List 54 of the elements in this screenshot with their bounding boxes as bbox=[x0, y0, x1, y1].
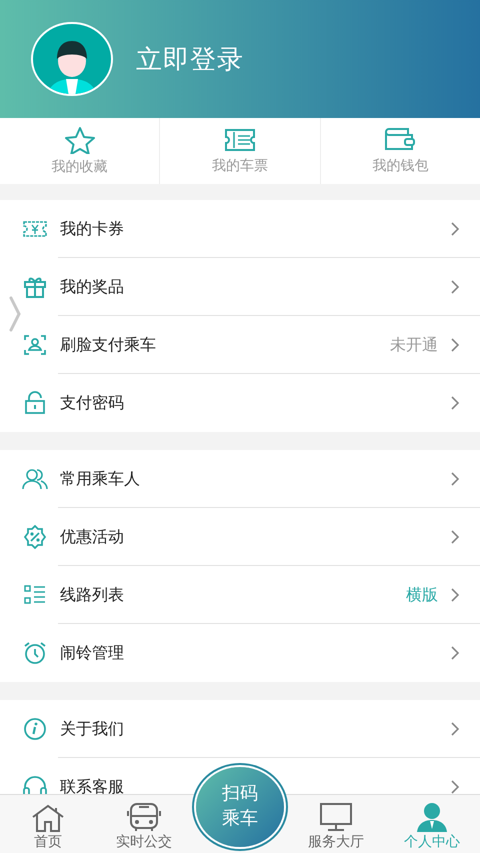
star-icon bbox=[64, 126, 96, 154]
chevron-handle-icon[interactable] bbox=[8, 296, 22, 332]
chevron-right-icon bbox=[450, 587, 460, 603]
wallet-icon bbox=[384, 127, 416, 153]
tab[interactable]: 实时公交 bbox=[96, 795, 192, 853]
status-text: 横版 bbox=[406, 584, 438, 606]
chevron-right-icon bbox=[450, 471, 460, 487]
monitor-icon bbox=[319, 802, 353, 832]
menu-label: 优惠活动 bbox=[60, 526, 124, 548]
menu-row[interactable]: 支付密码 bbox=[0, 374, 480, 432]
menu-label: 我的卡券 bbox=[60, 218, 124, 240]
chevron-right-icon bbox=[450, 645, 460, 661]
menu-row[interactable]: 关于我们 bbox=[0, 700, 480, 758]
face-scan-icon bbox=[23, 334, 47, 356]
menu-row[interactable]: 优惠活动 bbox=[0, 508, 480, 566]
menu-row[interactable]: 我的卡券 bbox=[0, 200, 480, 258]
info-icon bbox=[23, 717, 47, 741]
chevron-right-icon bbox=[450, 337, 460, 353]
avatar[interactable] bbox=[30, 21, 114, 97]
chevron-right-icon bbox=[450, 221, 460, 237]
list-icon bbox=[23, 584, 47, 606]
menu-row[interactable]: 常用乘车人 bbox=[0, 450, 480, 508]
lock-icon bbox=[24, 391, 46, 415]
tab[interactable]: 首页 bbox=[0, 795, 96, 853]
people-icon bbox=[22, 468, 48, 490]
chevron-right-icon bbox=[450, 721, 460, 737]
status-text: 未开通 bbox=[390, 334, 438, 356]
menu-label: 支付密码 bbox=[60, 392, 124, 414]
menu-row[interactable]: 刷脸支付乘车 未开通 bbox=[0, 316, 480, 374]
menu-label: 线路列表 bbox=[60, 584, 124, 606]
menu-row[interactable]: 闹铃管理 bbox=[0, 624, 480, 682]
chevron-right-icon bbox=[450, 529, 460, 545]
coupon-icon bbox=[22, 219, 48, 239]
menu-label: 关于我们 bbox=[60, 718, 124, 740]
headset-icon bbox=[22, 775, 48, 794]
ticket-icon bbox=[222, 127, 257, 153]
menu-label: 闹铃管理 bbox=[60, 642, 124, 664]
menu-label: 常用乘车人 bbox=[60, 468, 140, 490]
person-icon bbox=[415, 802, 449, 832]
bus-icon bbox=[127, 802, 161, 832]
discount-icon bbox=[23, 525, 47, 549]
home-icon bbox=[30, 804, 66, 832]
tab[interactable]: 服务大厅 bbox=[288, 795, 384, 853]
chevron-right-icon bbox=[450, 279, 460, 295]
menu-label: 联系客服 bbox=[60, 776, 124, 794]
chevron-right-icon bbox=[450, 395, 460, 411]
menu-row[interactable]: 线路列表 横版 bbox=[0, 566, 480, 624]
menu-label: 刷脸支付乘车 bbox=[60, 334, 156, 356]
menu-label: 我的奖品 bbox=[60, 276, 124, 298]
alarm-clock-icon bbox=[23, 641, 47, 665]
menu-row[interactable]: 我的奖品 bbox=[0, 258, 480, 316]
gift-icon bbox=[23, 276, 47, 298]
scan-ride-button[interactable]: 扫码 乘车 bbox=[196, 767, 284, 847]
chevron-right-icon bbox=[450, 779, 460, 794]
